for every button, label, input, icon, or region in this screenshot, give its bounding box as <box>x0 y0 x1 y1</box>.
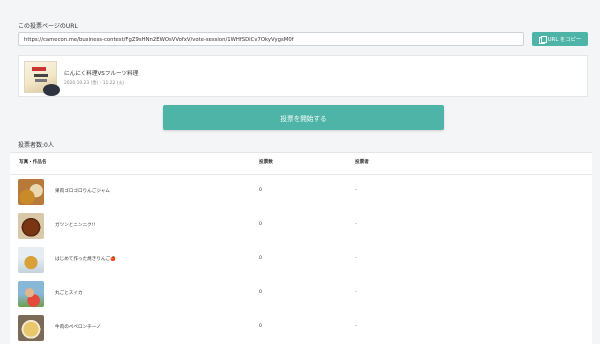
entry-voters: - <box>355 290 357 295</box>
entry-name: 丸ごとスイカ <box>55 291 83 296</box>
copy-icon <box>538 36 547 44</box>
table-row: ガツンとニンニク!! 0 - <box>10 209 592 243</box>
copy-url-label: URL をコピー <box>547 37 582 43</box>
entries-table: 写真・作品名 投票数 投票者 果肉ゴロゴロりんごジャム 0 - ガツンとニンニク… <box>10 152 592 344</box>
entry-name: 牛肉のペペロンチーノ <box>55 325 101 330</box>
column-header-name: 写真・作品名 <box>19 160 47 165</box>
entry-votes: 0 <box>259 188 262 193</box>
entry-photo <box>18 179 44 205</box>
entry-voters: - <box>355 324 357 329</box>
entry-photo <box>18 213 44 239</box>
contest-card[interactable]: にんにく料理VSフルーツ料理 2020.10.23 (金) - 11.22 (火… <box>18 55 588 97</box>
copy-url-button[interactable]: URL をコピー <box>532 32 588 46</box>
entry-voters: - <box>355 222 357 227</box>
voters-count: 投票者数:0人 <box>18 142 54 149</box>
entry-name: ガツンとニンニク!! <box>55 223 96 228</box>
entry-votes: 0 <box>259 256 262 261</box>
table-row: 牛肉のペペロンチーノ 0 - <box>10 311 592 344</box>
section-label: この投票ページのURL <box>18 23 78 30</box>
entry-votes: 0 <box>259 290 262 295</box>
contest-title: にんにく料理VSフルーツ料理 <box>64 71 139 77</box>
vote-url-field[interactable]: https://camecon.me/business-contest/FgZ9… <box>18 32 524 46</box>
start-voting-button[interactable]: 投票を開始する <box>163 105 444 130</box>
entry-name: 果肉ゴロゴロりんごジャム <box>55 189 110 194</box>
table-row: はじめて作った焼きりんご🍎 0 - <box>10 243 592 277</box>
entry-voters: - <box>355 256 357 261</box>
contest-thumbnail <box>24 61 60 96</box>
column-header-voters: 投票者 <box>355 160 369 165</box>
entry-name: はじめて作った焼きりんご🍎 <box>55 257 116 262</box>
table-row: 果肉ゴロゴロりんごジャム 0 - <box>10 175 592 209</box>
entry-voters: - <box>355 188 357 193</box>
entry-photo <box>18 281 44 307</box>
table-row: 丸ごとスイカ 0 - <box>10 277 592 311</box>
entry-photo <box>18 247 44 273</box>
entry-votes: 0 <box>259 324 262 329</box>
entry-photo <box>18 315 44 341</box>
contest-dates: 2020.10.23 (金) - 11.22 (火) <box>64 81 125 86</box>
column-header-votes: 投票数 <box>259 160 273 165</box>
url-row: https://camecon.me/business-contest/FgZ9… <box>18 32 588 47</box>
entry-votes: 0 <box>259 222 262 227</box>
